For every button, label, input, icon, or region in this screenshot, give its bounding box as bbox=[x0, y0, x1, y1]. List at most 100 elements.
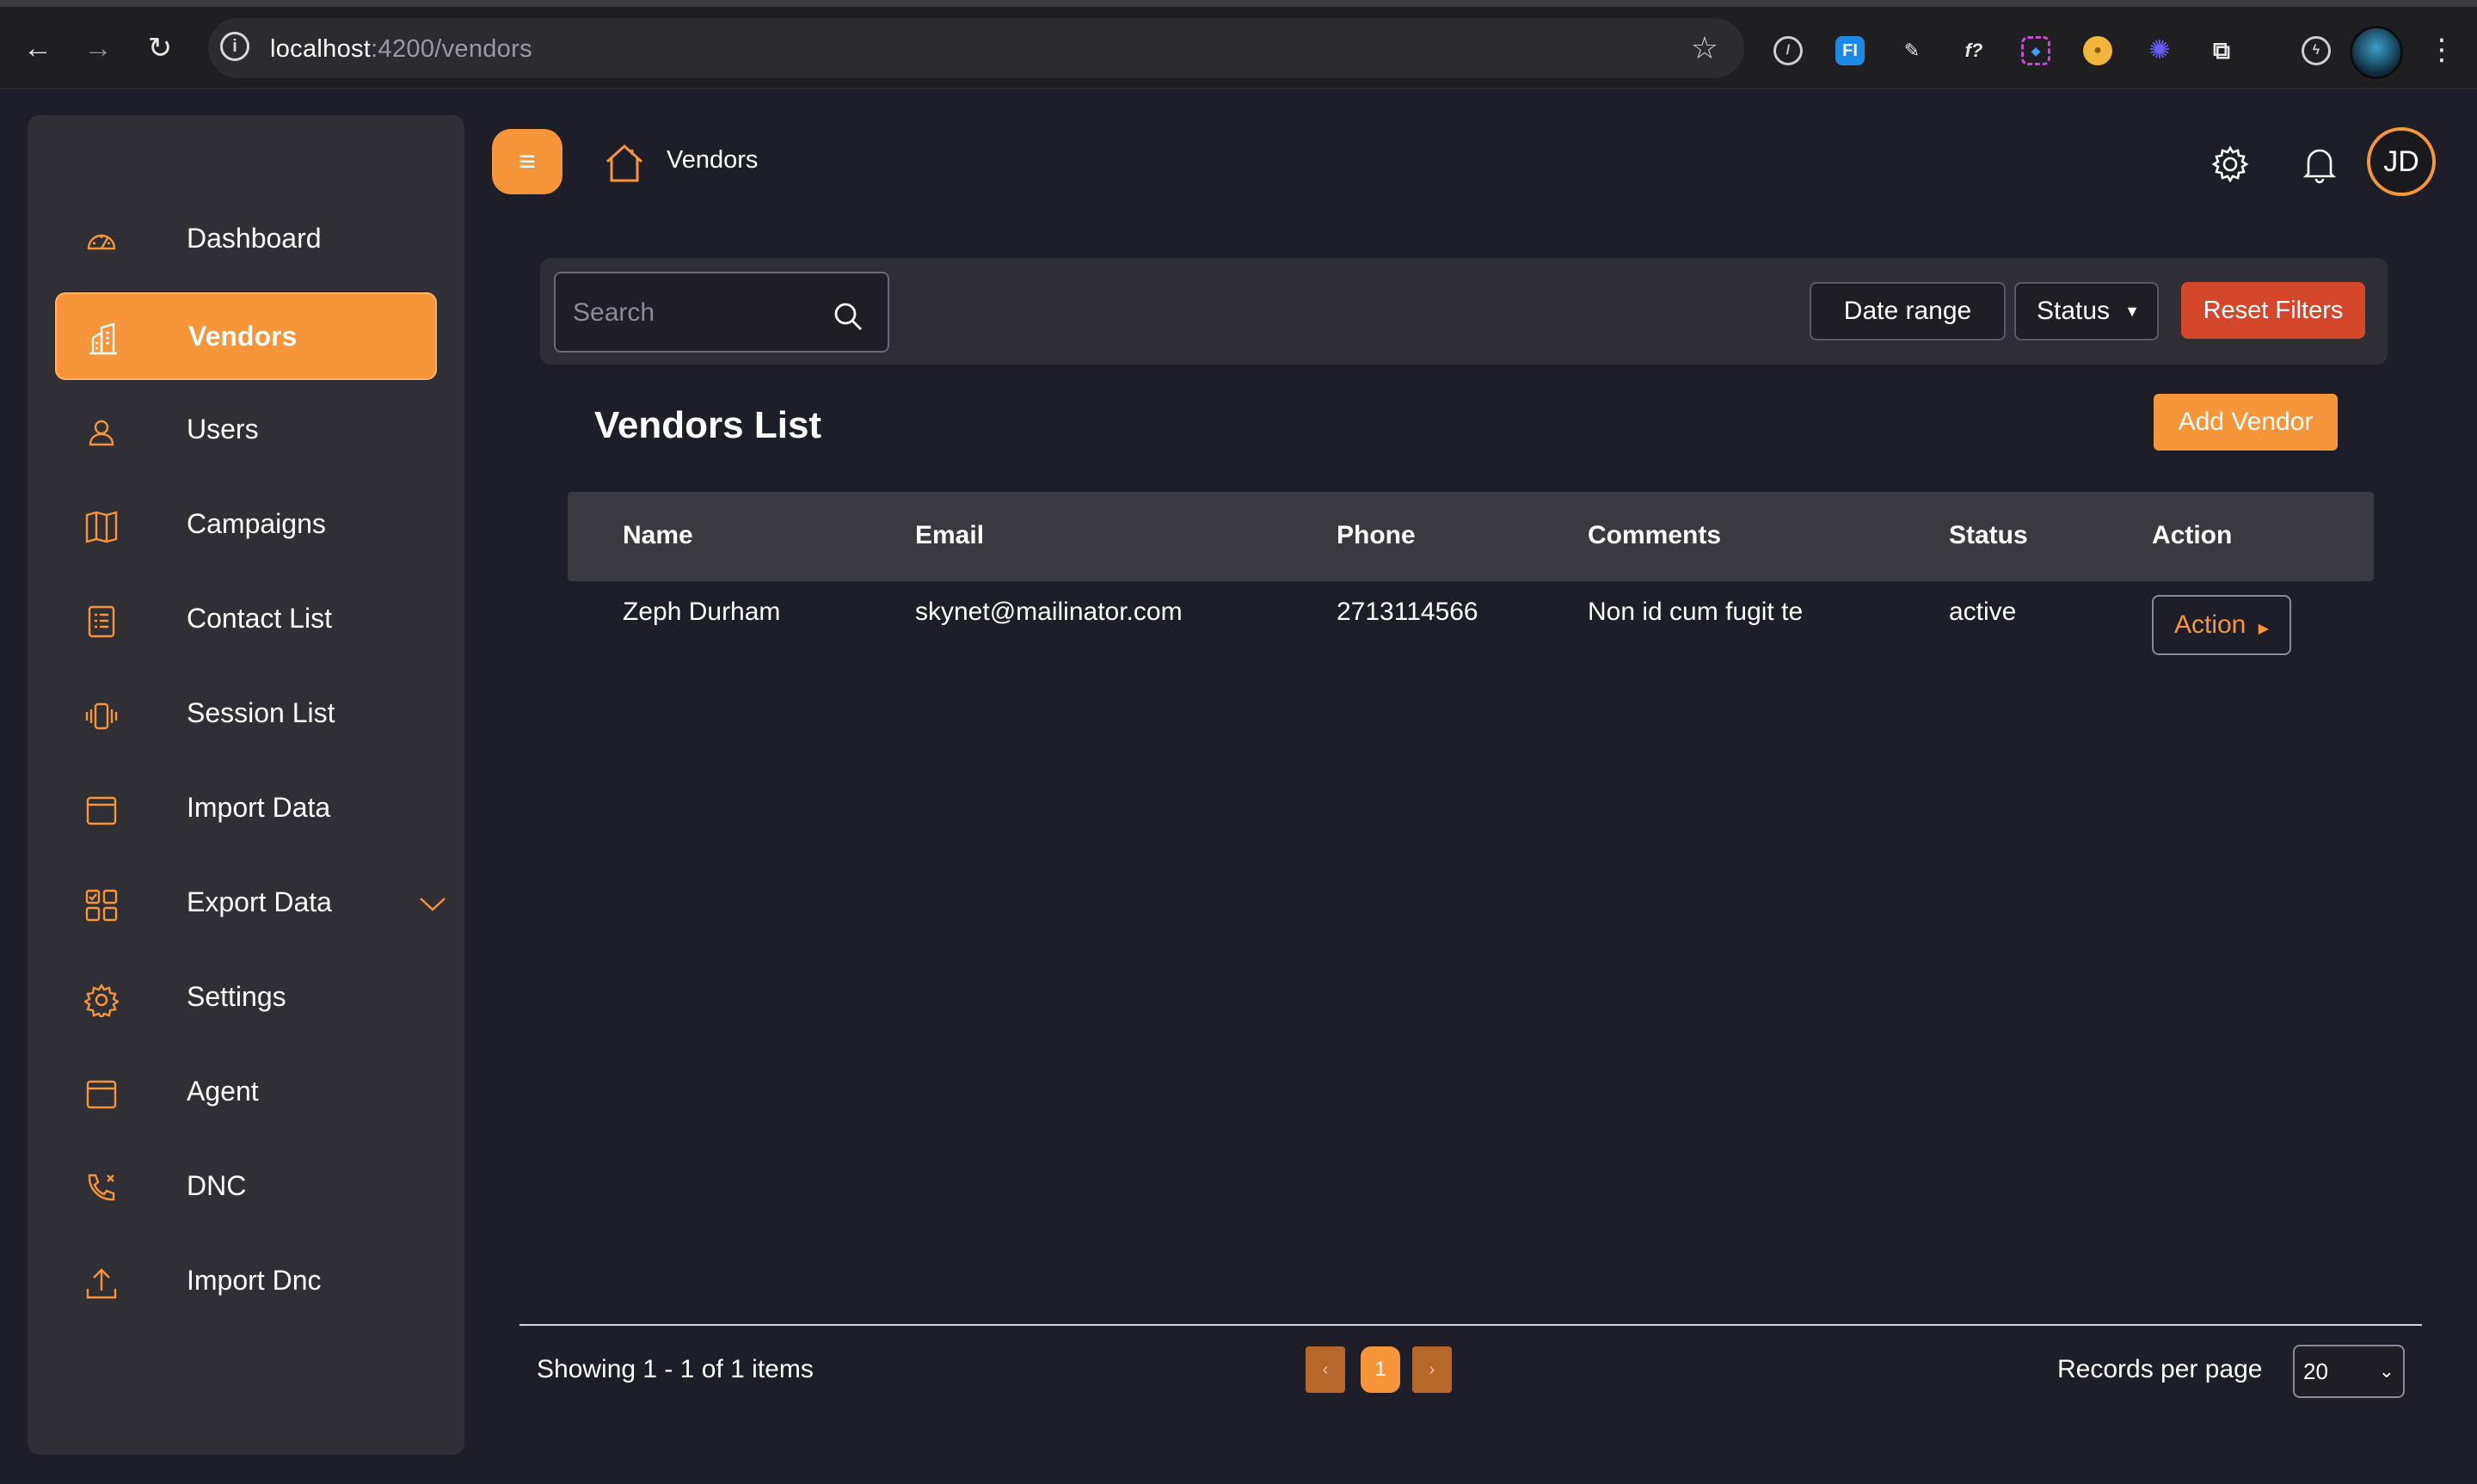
import-data-icon bbox=[84, 794, 119, 828]
sidebar-item-label: Export Data bbox=[187, 886, 332, 917]
sidebar-item-label: Campaigns bbox=[187, 508, 326, 539]
sidebar-item-label: Session List bbox=[187, 697, 335, 728]
date-range-button[interactable]: Date range bbox=[1810, 282, 2006, 340]
sidebar-item-agent[interactable]: Agent bbox=[55, 1049, 437, 1137]
bell-icon[interactable] bbox=[2300, 144, 2339, 184]
column-header-phone[interactable]: Phone bbox=[1337, 521, 1416, 550]
screenshot-extension-icon[interactable]: ◆ bbox=[2021, 36, 2050, 65]
vendor-phone: 2713114566 bbox=[1337, 598, 1478, 626]
sidebar-item-label: Import Data bbox=[187, 792, 331, 823]
sidebar-item-session-list[interactable]: Session List bbox=[55, 671, 437, 758]
home-icon[interactable] bbox=[604, 143, 645, 184]
footer-divider bbox=[519, 1324, 2422, 1326]
caret-right-icon: ▶ bbox=[2258, 622, 2270, 636]
sidebar-item-label: Agent bbox=[187, 1076, 259, 1107]
url-text[interactable]: localhost:4200/vendors bbox=[270, 35, 532, 64]
vendors-building-icon bbox=[86, 322, 120, 357]
sidebar-item-import-dnc[interactable]: Import Dnc bbox=[55, 1238, 437, 1326]
column-header-name[interactable]: Name bbox=[623, 521, 693, 550]
row-action-label: Action bbox=[2173, 610, 2247, 639]
forward-icon[interactable]: → bbox=[83, 33, 114, 64]
page-title: Vendors List bbox=[594, 404, 822, 446]
avatar[interactable]: JD bbox=[2367, 127, 2436, 196]
table-row: Zeph Durham skynet@mailinator.com 271311… bbox=[568, 581, 2374, 671]
export-data-icon bbox=[84, 888, 119, 923]
filter-bar: Date range Status ▼ Reset Filters bbox=[540, 258, 2388, 365]
compass-extension-icon[interactable]: / bbox=[1773, 36, 1803, 65]
records-per-page-select[interactable]: 20 ⌄ bbox=[2293, 1345, 2405, 1398]
settings-gear-icon[interactable] bbox=[2210, 144, 2250, 184]
user-icon bbox=[84, 415, 119, 450]
font-extension-icon[interactable]: f? bbox=[1959, 36, 1988, 65]
search-icon[interactable] bbox=[833, 301, 864, 332]
fi-extension-icon[interactable]: FI bbox=[1835, 36, 1865, 65]
sidebar-item-label: Dashboard bbox=[187, 223, 322, 254]
browser-chrome: ← → ↻ i localhost:4200/vendors ☆ / FI ✎ … bbox=[0, 0, 2477, 89]
caret-down-icon: ▼ bbox=[2124, 303, 2140, 320]
sidebar-item-dashboard[interactable]: Dashboard bbox=[55, 196, 437, 284]
profile-avatar-icon[interactable] bbox=[2350, 26, 2403, 79]
sidebar-item-vendors[interactable]: Vendors bbox=[55, 292, 437, 380]
vendor-comments: Non id cum fugit te bbox=[1588, 598, 1804, 626]
search-input[interactable] bbox=[573, 292, 831, 334]
bookmark-star-icon[interactable]: ☆ bbox=[1691, 30, 1718, 66]
vendor-name: Zeph Durham bbox=[623, 598, 781, 626]
performance-icon[interactable]: ϟ bbox=[2302, 36, 2331, 65]
vendor-email: skynet@mailinator.com bbox=[915, 598, 1183, 626]
vendor-status: active bbox=[1949, 598, 2017, 626]
sidebar-item-users[interactable]: Users bbox=[55, 387, 437, 475]
contact-list-icon bbox=[84, 604, 119, 639]
sidebar-item-label: Import Dnc bbox=[187, 1265, 322, 1296]
chevron-down-icon: ⌄ bbox=[2378, 1360, 2394, 1382]
sidebar-item-label: Contact List bbox=[187, 603, 332, 634]
upload-icon bbox=[84, 1266, 119, 1301]
status-dropdown[interactable]: Status ▼ bbox=[2014, 282, 2159, 340]
browser-menu-icon[interactable]: ⋮ bbox=[2427, 33, 2456, 67]
sidebar-item-campaigns[interactable]: Campaigns bbox=[55, 481, 437, 569]
phone-vibrate-icon bbox=[84, 699, 119, 733]
eyedropper-extension-icon[interactable]: ✎ bbox=[1897, 36, 1927, 65]
prev-page-button[interactable]: ‹ bbox=[1306, 1346, 1345, 1393]
page-number-button[interactable]: 1 bbox=[1361, 1346, 1400, 1393]
address-bar[interactable]: i localhost:4200/vendors ☆ bbox=[208, 18, 1744, 78]
records-per-page-label: Records per page bbox=[2057, 1355, 2263, 1383]
column-header-action: Action bbox=[2152, 521, 2233, 549]
sparkle-extension-icon[interactable]: ✺ bbox=[2145, 36, 2174, 65]
breadcrumb: Vendors bbox=[667, 146, 759, 174]
sidebar: Dashboard Vendors Users Campaigns Contac… bbox=[28, 115, 464, 1455]
sidebar-item-label: Users bbox=[187, 414, 259, 445]
puzzle-extensions-icon[interactable]: ⧉ bbox=[2207, 36, 2236, 65]
sidebar-item-export-data[interactable]: Export Data bbox=[55, 860, 446, 947]
cookie-extension-icon[interactable]: ● bbox=[2083, 36, 2112, 65]
hamburger-icon: ≡ bbox=[519, 145, 536, 178]
phone-x-icon bbox=[84, 1172, 119, 1206]
back-icon[interactable]: ← bbox=[22, 33, 53, 64]
row-action-button[interactable]: Action ▶ bbox=[2152, 595, 2291, 655]
sidebar-item-import-data[interactable]: Import Data bbox=[55, 765, 437, 853]
sidebar-item-label: Settings bbox=[187, 981, 286, 1012]
sidebar-item-settings[interactable]: Settings bbox=[55, 954, 437, 1042]
sidebar-item-dnc[interactable]: DNC bbox=[55, 1144, 437, 1231]
pagination-summary: Showing 1 - 1 of 1 items bbox=[537, 1355, 814, 1383]
add-vendor-button[interactable]: Add Vendor bbox=[2154, 394, 2338, 451]
dashboard-icon bbox=[84, 224, 119, 259]
records-per-page-value: 20 bbox=[2303, 1358, 2328, 1384]
column-header-comments[interactable]: Comments bbox=[1588, 521, 1721, 550]
menu-toggle-button[interactable]: ≡ bbox=[492, 129, 562, 194]
sidebar-item-label: DNC bbox=[187, 1170, 247, 1201]
next-page-button[interactable]: › bbox=[1412, 1346, 1452, 1393]
reload-icon[interactable]: ↻ bbox=[144, 33, 175, 64]
chevron-down-icon[interactable] bbox=[416, 887, 449, 920]
site-info-icon[interactable]: i bbox=[220, 32, 249, 61]
table-header: Name Email Phone Comments Status Action bbox=[568, 492, 2374, 581]
agent-icon bbox=[84, 1077, 119, 1112]
status-dropdown-label: Status bbox=[2037, 297, 2111, 325]
search-field[interactable] bbox=[554, 272, 889, 353]
map-icon bbox=[84, 510, 119, 544]
column-header-email[interactable]: Email bbox=[915, 521, 984, 550]
column-header-status[interactable]: Status bbox=[1949, 521, 2028, 550]
sidebar-item-label: Vendors bbox=[188, 321, 298, 352]
reset-filters-button[interactable]: Reset Filters bbox=[2181, 282, 2365, 339]
sidebar-item-contact-list[interactable]: Contact List bbox=[55, 576, 437, 664]
gear-icon bbox=[83, 983, 120, 1021]
